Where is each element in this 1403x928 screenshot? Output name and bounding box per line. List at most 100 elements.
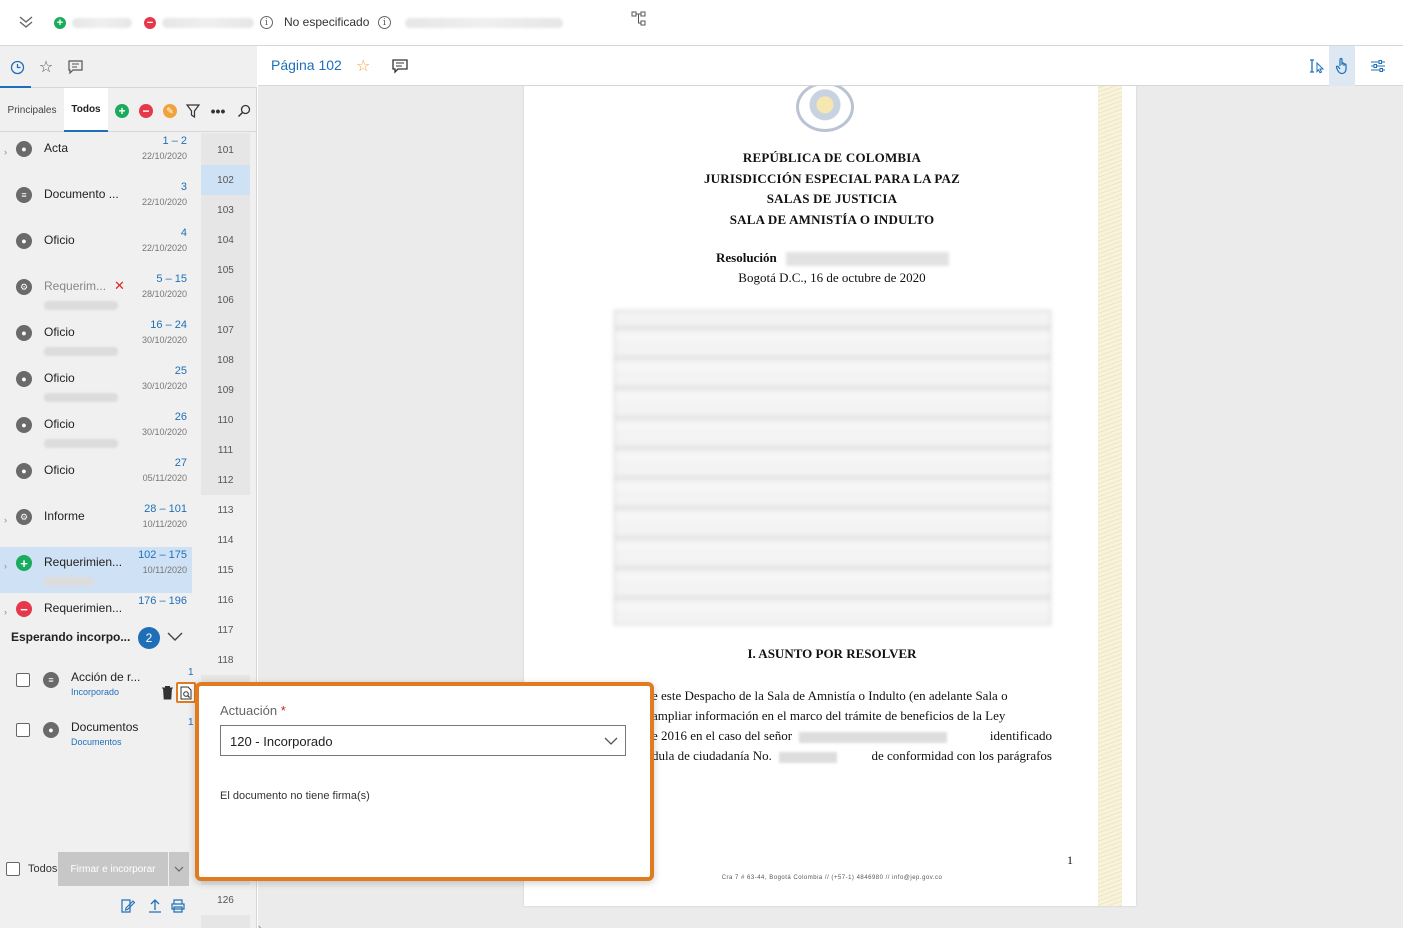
document-page-range: 26 [174,411,187,423]
document-page-range: 3 [180,181,187,193]
expand-caret-icon[interactable]: › [4,607,7,617]
pending-title: Acción de r... [71,670,141,684]
comment-icon[interactable] [392,58,408,74]
pending-count: 1 [188,667,194,678]
pending-checkbox[interactable] [16,723,30,737]
select-all-checkbox[interactable] [6,862,20,876]
pending-item[interactable]: ● Documentos Documentos 1 [0,711,200,757]
expand-caret-icon[interactable]: › [4,561,7,571]
body-line: e este Despacho de la Sala de Amnistía o… [652,688,1008,703]
tab-todos[interactable]: Todos [64,88,108,132]
page-number[interactable]: 108 [201,345,250,375]
info-icon[interactable]: i [260,16,273,29]
page-number[interactable]: 117 [201,615,250,645]
trash-icon[interactable] [161,685,174,700]
upload-icon[interactable] [147,898,163,914]
settings-sliders-icon[interactable] [1367,55,1389,77]
tree-structure-icon[interactable] [631,11,646,26]
hand-tool-icon[interactable] [1329,46,1355,86]
text-select-tool-icon[interactable] [1306,55,1328,77]
page-number[interactable]: 111 [201,435,250,465]
page-number[interactable]: 110 [201,405,250,435]
preview-document-button[interactable] [176,682,196,703]
history-icon[interactable] [6,56,28,78]
page-number[interactable]: 109 [201,375,250,405]
search-icon[interactable] [236,103,252,119]
person-icon: ● [43,722,59,738]
document-page-range: 4 [180,227,187,239]
page-number[interactable]: 107 [201,315,250,345]
document-row[interactable]: ● Oficio 27 05/11/2020 [0,455,192,501]
favorite-star-icon[interactable]: ☆ [356,56,370,76]
viewer-header: Página 102 ☆ [258,46,1403,86]
filter-removed-icon[interactable]: − [139,104,153,118]
print-icon[interactable] [170,898,186,914]
chevron-down-icon[interactable] [166,628,184,646]
document-row[interactable]: ● Oficio 25 30/10/2020 [0,363,192,409]
person-icon: ● [16,417,32,433]
filter-edited-icon[interactable]: ✎ [163,104,177,118]
document-row[interactable]: ● Oficio 26 30/10/2020 [0,409,192,455]
document-row[interactable]: ≡ Documento ... 3 22/10/2020 [0,179,192,225]
edit-document-icon[interactable] [120,898,136,914]
info-icon[interactable]: i [378,16,391,29]
expand-caret-icon[interactable]: › [4,515,7,525]
pending-checkbox[interactable] [16,673,30,687]
comment-icon[interactable] [64,56,86,78]
document-title: Requerimien... [44,601,123,615]
collapse-chevron-icon[interactable] [17,13,35,31]
plus-icon: + [16,555,32,571]
waiting-section-header[interactable]: Esperando incorpo... 2 [0,622,200,652]
tab-principales[interactable]: Principales [0,88,64,132]
document-date: 22/10/2020 [141,151,187,161]
page-number[interactable]: 116 [201,585,250,615]
document-date: 28/10/2020 [141,289,187,299]
page-number[interactable]: 106 [201,285,250,315]
document-row[interactable]: ⚙ Requerim... ✕ 5 – 15 28/10/2020 [0,271,192,317]
page-number[interactable]: 105 [201,255,250,285]
body-text-fragment: dula de ciudadanía No. [652,748,772,763]
document-page-range: 16 – 24 [150,319,187,331]
filter-icon[interactable] [185,103,201,119]
page-number[interactable]: 104 [201,225,250,255]
actuacion-selected-value: 120 - Incorporado [230,734,333,749]
document-row[interactable]: ● Oficio 4 22/10/2020 [0,225,192,271]
page-number[interactable]: 101 [201,135,250,165]
filter-added-icon[interactable]: + [115,104,129,118]
collapse-panel-caret-icon[interactable]: › [258,922,264,928]
pending-title: Documentos [71,720,139,734]
document-page-range: 28 – 101 [144,503,187,515]
document-date: 30/10/2020 [141,335,187,345]
star-icon[interactable]: ☆ [35,56,57,78]
page-number[interactable]: 118 [201,645,250,675]
page-number[interactable]: 103 [201,195,250,225]
actuacion-select[interactable]: 120 - Incorporado [220,725,626,756]
page-number[interactable]: 115 [201,555,250,585]
pending-item[interactable]: ≡ Acción de r... Incorporado 1 [0,661,200,707]
panel-mode-bar: ☆ [0,46,257,88]
page-number[interactable]: 126 [201,885,250,915]
page-number-footer: 1 [1067,853,1073,867]
document-date: 22/10/2020 [141,197,187,207]
date-line: Bogotá D.C., 16 de octubre de 2020 [738,270,926,285]
document-title: Requerimien... [44,555,123,569]
document-row-selected[interactable]: › + Requerimien... 102 – 175 10/11/2020 [0,547,192,593]
document-heading: REPÚBLICA DE COLOMBIA JURISDICCIÓN ESPEC… [524,148,1140,230]
person-icon: ● [16,233,32,249]
document-row[interactable]: › ⚙ Informe 28 – 101 10/11/2020 [0,501,192,547]
expand-caret-icon[interactable]: › [4,147,7,157]
more-options-icon[interactable]: ••• [210,103,226,119]
redacted-resolution-number [786,252,949,266]
sign-options-dropdown[interactable] [169,852,189,886]
page-number[interactable]: 114 [201,525,250,555]
document-row[interactable]: ● Oficio 16 – 24 30/10/2020 [0,317,192,363]
heading-line: JURISDICCIÓN ESPECIAL PARA LA PAZ [703,170,961,186]
page-number[interactable]: 112 [201,465,250,495]
document-title: Oficio [44,463,75,477]
top-bar: + − i No especificado i [0,0,1403,46]
pending-subtitle: Documentos [71,737,122,747]
document-row[interactable]: › ● Acta 1 – 2 22/10/2020 [0,133,192,179]
page-number-selected[interactable]: 102 [201,165,250,195]
sign-and-incorporate-button[interactable]: Firmar e incorporar [58,852,168,886]
page-number[interactable]: 113 [201,495,250,525]
